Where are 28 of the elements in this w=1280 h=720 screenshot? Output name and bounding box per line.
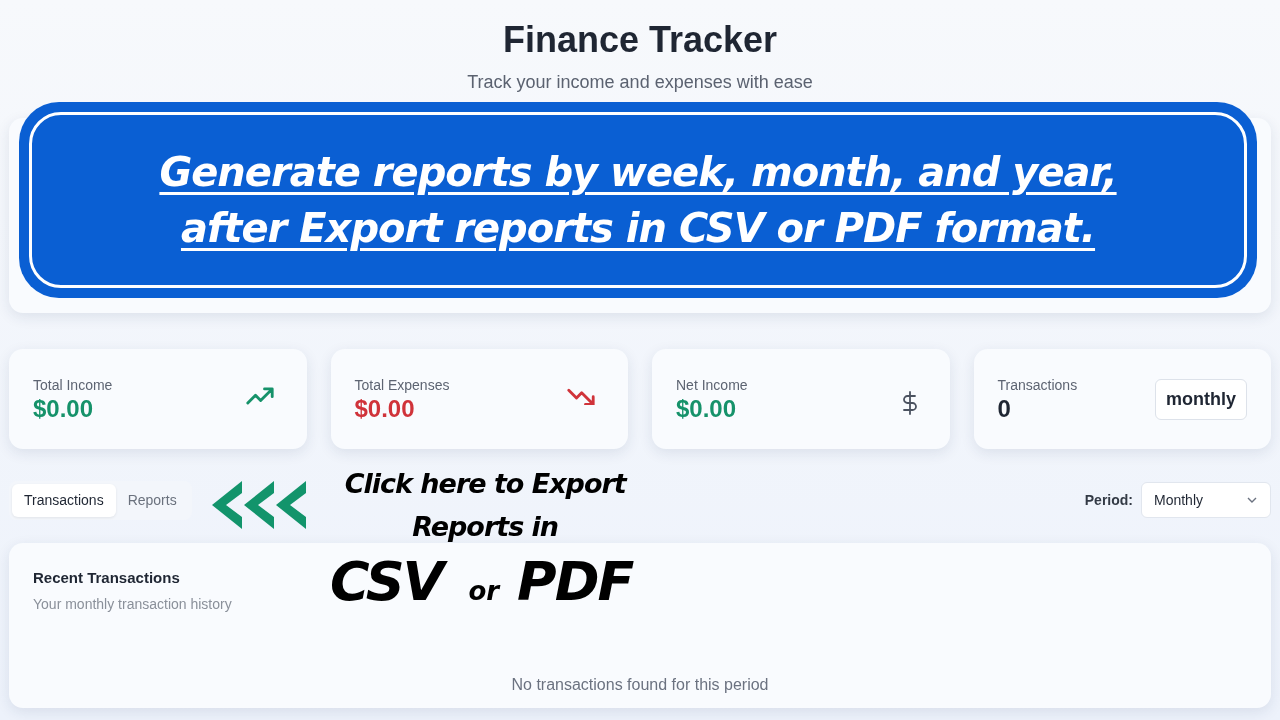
annotation-text: PDF <box>517 549 634 616</box>
stat-label: Net Income <box>676 376 748 396</box>
panel-subtitle: Your monthly transaction history <box>33 594 232 614</box>
trend-down-icon <box>566 387 596 406</box>
page-subtitle: Track your income and expenses with ease <box>466 71 814 95</box>
annotation-text: Click here to Export <box>344 467 626 501</box>
stat-label: Transactions <box>997 376 1078 396</box>
period-badge: monthly <box>1155 379 1247 421</box>
page-title: Finance Tracker <box>501 18 779 62</box>
banner-text: Generate reports by week, month, and year, <box>159 148 1117 198</box>
stat-value: $0.00 <box>33 396 95 423</box>
stat-value: $0.00 <box>676 396 738 423</box>
annotation-text: Reports in <box>412 510 559 545</box>
tab[interactable]: Reports <box>115 483 189 517</box>
period-select[interactable]: Monthly <box>1141 482 1271 519</box>
tab[interactable]: Transactions <box>12 483 116 517</box>
annotation-text: CSV <box>330 548 451 616</box>
banner-text: after Export reports in CSV or PDF format. <box>180 204 1096 254</box>
triple-chevron-left-icon <box>212 481 306 529</box>
panel-title: Recent Transactions <box>33 568 180 589</box>
empty-message: No transactions found for this period <box>511 674 769 695</box>
stat-label: Total Expenses <box>354 376 450 396</box>
annotation-text: or <box>468 575 500 609</box>
period-label: Period: <box>1084 490 1133 510</box>
stat-value: $0.00 <box>354 396 416 423</box>
stat-value: 0 <box>997 396 1012 423</box>
stat-label: Total Income <box>33 376 113 396</box>
trend-up-icon <box>244 387 275 406</box>
